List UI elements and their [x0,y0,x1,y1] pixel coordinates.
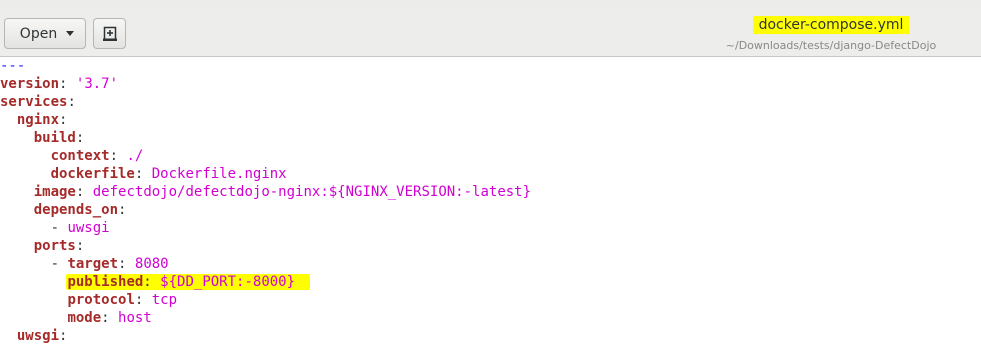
yaml-key: dockerfile [50,166,135,182]
new-document-button[interactable] [93,18,126,49]
yaml-value: uwsgi [67,220,110,236]
open-button-label: Open [19,25,58,42]
yaml-space [143,292,151,308]
yaml-colon: : [143,274,152,290]
yaml-value: defectdojo/defectdojo-nginx:${NGINX_VERS… [92,184,532,200]
code-line: depends_on: [0,201,127,219]
yaml-key: services [0,94,68,110]
code-line: dockerfile: Dockerfile.nginx [0,165,287,183]
code-line: build: [0,129,85,147]
yaml-space [152,274,160,290]
yaml-key: version [0,76,60,92]
code-line: version: '3.7' [0,75,118,93]
yaml-key: mode [67,310,102,326]
yaml-colon: : [101,310,110,326]
yaml-value: ./ [126,148,144,164]
yaml-value: 8080 [134,256,169,272]
code-line: services: [0,93,76,111]
new-document-icon [102,26,117,41]
code-line: image: defectdojo/defectdojo-nginx:${NGI… [0,183,531,201]
yaml-key: protocol [67,292,135,308]
yaml-value: Dockerfile.nginx [151,166,287,182]
yaml-colon: : [75,238,85,254]
yaml-key: uwsgi [16,328,60,344]
yaml-value: host [118,310,152,326]
yaml-key: published [67,274,144,290]
yaml-key: image [33,184,76,200]
window-title: docker-compose.yml [752,16,910,34]
yaml-value: ${DD_PORT:-8000} [160,274,296,290]
code-line: --- [0,57,25,75]
window-title-area: docker-compose.yml ~/Downloads/tests/dja… [711,14,951,52]
yaml-value: tcp [151,292,178,308]
yaml-space [110,310,118,326]
code-line: context: ./ [0,147,144,165]
yaml-space [143,166,151,182]
code-editor[interactable]: --- version: '3.7' services: nginx: build:… [0,57,981,344]
yaml-key: build [33,130,76,146]
code-line: published: ${DD_PORT:-8000} [0,273,295,291]
list-item-marker: - [50,256,68,272]
code-line: mode: host [0,309,152,327]
code-line: - target: 8080 [0,255,169,273]
yaml-value: '3.7' [75,76,119,92]
yaml-key: nginx [16,112,60,128]
list-item-marker: - [50,220,68,236]
yaml-colon: : [75,130,85,146]
open-button[interactable]: Open [4,18,86,49]
code-line: protocol: tcp [0,291,177,309]
yaml-colon: : [118,202,127,218]
yaml-key: target [67,256,119,272]
yaml-colon: : [59,328,68,344]
code-line: uwsgi: [0,327,68,345]
yaml-colon: : [67,94,76,110]
yaml-space [84,184,92,200]
yaml-space [126,256,134,272]
yaml-document-start: --- [0,58,26,74]
yaml-key: ports [33,238,76,254]
code-line: ports: [0,237,85,255]
yaml-key: context [50,148,110,164]
window-top-strip [0,0,981,8]
code-line: nginx: [0,111,68,129]
yaml-colon: : [59,112,68,128]
code-line: - uwsgi [0,219,110,237]
yaml-key: depends_on [33,202,119,218]
yaml-space [67,76,75,92]
chevron-down-icon [66,31,75,36]
header-bar: Open docker-compose.yml ~/Downloads/test… [0,8,981,57]
window-subtitle-path: ~/Downloads/tests/django-DefectDojo [725,39,937,52]
yaml-colon: : [109,148,119,164]
